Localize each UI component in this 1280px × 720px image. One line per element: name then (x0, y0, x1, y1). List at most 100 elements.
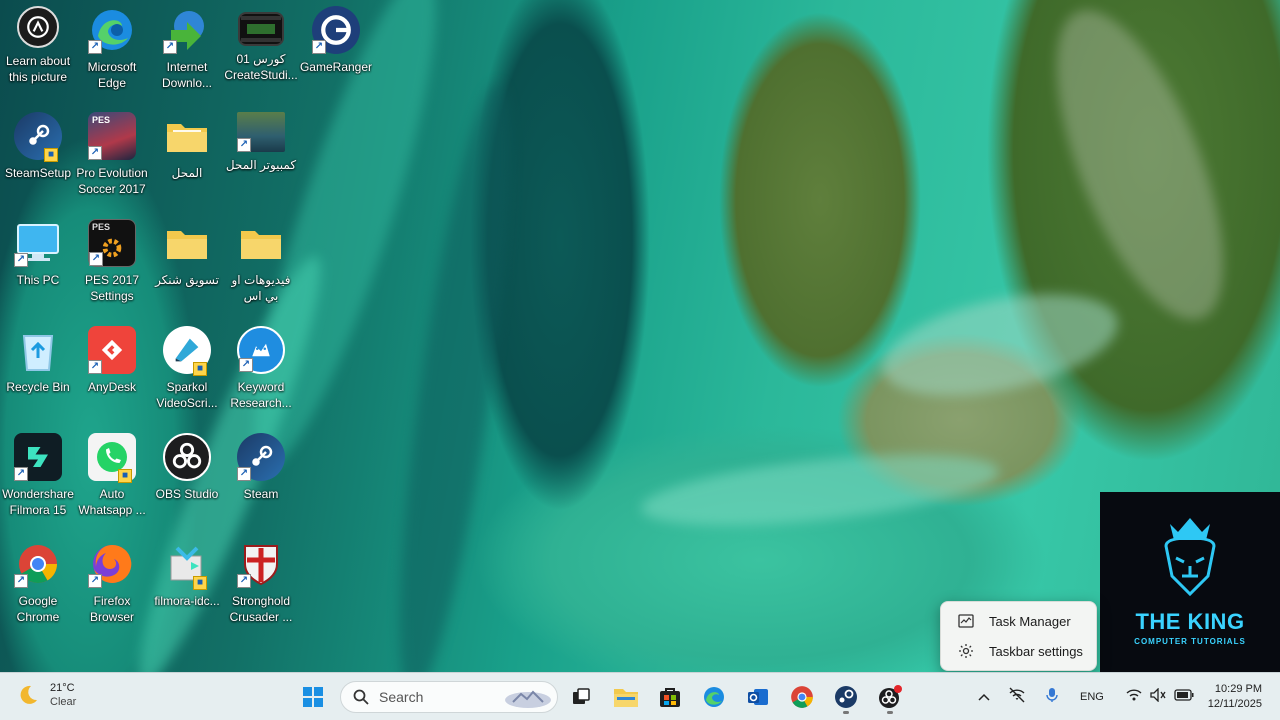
menu-item-label: Taskbar settings (989, 643, 1083, 659)
anydesk-icon: ↗ (88, 326, 136, 374)
taskbar-obs-studio[interactable] (872, 679, 908, 715)
outlook-icon (748, 689, 768, 705)
steam-icon (835, 686, 857, 708)
filmora-icon: ↗ (14, 433, 62, 481)
desktop-icon-stronghold-crusader[interactable]: ↗ Stronghold Crusader ... (224, 536, 298, 640)
desktop-icon-gameranger[interactable]: ↗ GameRanger (299, 2, 373, 106)
desktop-icon-learn-about-picture[interactable]: Learn about this picture (1, 2, 75, 106)
task-view-button[interactable] (563, 679, 599, 715)
desktop-icon-firefox[interactable]: ↗ Firefox Browser (75, 536, 149, 640)
clock-date: 12/11/2025 (1207, 698, 1262, 710)
taskbar-file-explorer[interactable] (608, 679, 644, 715)
desktop-icon-steamsetup[interactable]: ■ SteamSetup (1, 108, 75, 212)
desktop-icon-label: PES 2017 Settings (84, 273, 140, 303)
camera-icon (17, 6, 59, 48)
desktop-icon-microsoft-edge[interactable]: ↗ Microsoft Edge (75, 2, 149, 106)
desktop-icon-label: Steam (243, 487, 279, 501)
taskbar-microsoft-store[interactable] (652, 679, 688, 715)
desktop-icon-folder-ops-videos[interactable]: فيديوهات او بي اس (224, 215, 298, 319)
stronghold-shield-icon: ↗ (237, 540, 285, 588)
taskbar-edge[interactable] (696, 679, 732, 715)
desktop-icon-label: Stronghold Crusader ... (229, 594, 293, 624)
taskbar: 21°C Clear Search ENG 10:29 PM 12/11/202… (0, 672, 1280, 720)
desktop-icon-internet-download-manager[interactable]: ↗ Internet Downlo... (150, 2, 224, 106)
desktop-icon-label: كمبيوتر المحل (225, 158, 297, 172)
desktop-icon-pes-2017-settings[interactable]: PES ↗ PES 2017 Settings (75, 215, 149, 319)
running-indicator (843, 711, 849, 714)
desktop-icon-folder-marketing[interactable]: تسويق شنكر (150, 215, 224, 319)
gameranger-icon: ↗ (312, 6, 360, 54)
desktop-icon-label: Firefox Browser (89, 594, 134, 624)
microphone-icon[interactable] (1046, 687, 1058, 708)
desktop-icon-google-chrome[interactable]: ↗ Google Chrome (1, 536, 75, 640)
the-king-logo: THE KING COMPUTER TUTORIALS (1100, 492, 1280, 672)
desktop-icon-obs-studio[interactable]: OBS Studio (150, 429, 224, 533)
search-input[interactable] (379, 689, 499, 705)
volume-muted-icon[interactable] (1150, 686, 1166, 707)
keyword-research-icon: ↗ (237, 326, 285, 374)
clock-time: 10:29 PM (1214, 683, 1262, 695)
taskbar-outlook[interactable] (740, 679, 776, 715)
videoscribe-icon: ■ (163, 326, 211, 376)
chrome-icon: ↗ (14, 540, 62, 588)
desktop-icon-label: فيديوهات او بي اس (231, 273, 291, 303)
chrome-icon (791, 686, 813, 708)
edge-icon: ↗ (88, 6, 136, 54)
desktop-icon-folder-almahal[interactable]: المحل (150, 108, 224, 212)
task-manager-icon (957, 612, 975, 630)
desktop-icon-label: Sparkol VideoScri... (156, 380, 218, 410)
logo-title: THE KING (1135, 609, 1245, 634)
network-off-icon[interactable] (1008, 687, 1026, 708)
taskbar-steam[interactable] (828, 679, 864, 715)
desktop-icon-sparkol-videoscribe[interactable]: ■ Sparkol VideoScri... (150, 322, 224, 426)
desktop-icon-steam[interactable]: ↗ Steam (224, 429, 298, 533)
desktop-icon-label: AnyDesk (87, 380, 137, 394)
desktop-icon-course-createstudio[interactable]: كورس 01 CreateStudi... (224, 2, 298, 106)
desktop-icon-label: Google Chrome (16, 594, 60, 624)
firefox-icon: ↗ (88, 540, 136, 588)
desktop-icon-recycle-bin[interactable]: Recycle Bin (1, 322, 75, 426)
desktop-icon-label: Recycle Bin (6, 380, 70, 394)
windows-logo-icon (303, 687, 323, 707)
taskbar-chrome[interactable] (784, 679, 820, 715)
desktop-icon-auto-whatsapp[interactable]: ■ Auto Whatsapp ... (75, 429, 149, 533)
desktop-icon-shop-computer[interactable]: ↗ كمبيوتر المحل (224, 108, 298, 212)
desktop-icon-label: Auto Whatsapp ... (78, 487, 146, 517)
desktop-icon-keyword-research[interactable]: ↗ Keyword Research... (224, 322, 298, 426)
edge-icon (704, 687, 724, 707)
tray-overflow-chevron-icon[interactable] (978, 688, 990, 706)
menu-item-taskbar-settings[interactable]: Taskbar settings (945, 636, 1092, 666)
input-language-indicator[interactable]: ENG (1080, 691, 1104, 703)
pes-settings-icon: PES ↗ (88, 219, 136, 267)
desktop-icon-label: كورس 01 CreateStudi... (224, 52, 298, 82)
desktop-icon-filmora-idc[interactable]: ■ filmora-idc... (150, 536, 224, 640)
steam-icon: ↗ (237, 433, 285, 481)
desktop-icon-pro-evolution-soccer[interactable]: PES ↗ Pro Evolution Soccer 2017 (75, 108, 149, 212)
file-explorer-icon (614, 689, 638, 707)
pes-2017-icon: PES ↗ (88, 112, 136, 160)
battery-icon[interactable] (1174, 688, 1194, 706)
folder-icon (163, 112, 211, 160)
taskbar-clock[interactable]: 10:29 PM 12/11/2025 (1208, 682, 1262, 712)
installer-icon: ■ (163, 540, 211, 590)
desktop-icon-label: OBS Studio (155, 487, 219, 501)
menu-item-task-manager[interactable]: Task Manager (945, 606, 1092, 636)
system-tray: ENG (978, 673, 1194, 720)
desktop-icon-this-pc[interactable]: ↗ This PC (1, 215, 75, 319)
taskbar-search-box[interactable] (340, 681, 558, 713)
desktop-icon-wondershare-filmora[interactable]: ↗ Wondershare Filmora 15 (1, 429, 75, 533)
wifi-icon[interactable] (1126, 688, 1142, 706)
folder-icon (237, 219, 285, 267)
menu-item-label: Task Manager (989, 613, 1071, 629)
taskbar-context-menu: Task Manager Taskbar settings (940, 601, 1097, 671)
weather-widget[interactable]: 21°C Clear (16, 681, 76, 709)
moon-icon (20, 685, 37, 704)
logo-subtitle: COMPUTER TUTORIALS (1134, 637, 1246, 646)
desktop-icon-label: Internet Downlo... (161, 60, 213, 90)
start-button[interactable] (295, 679, 331, 715)
desktop-icon-anydesk[interactable]: ↗ AnyDesk (75, 322, 149, 426)
whatsapp-icon: ■ (88, 433, 136, 483)
search-icon (353, 689, 369, 705)
weather-condition: Clear (50, 696, 77, 708)
recycle-bin-icon (14, 326, 62, 374)
